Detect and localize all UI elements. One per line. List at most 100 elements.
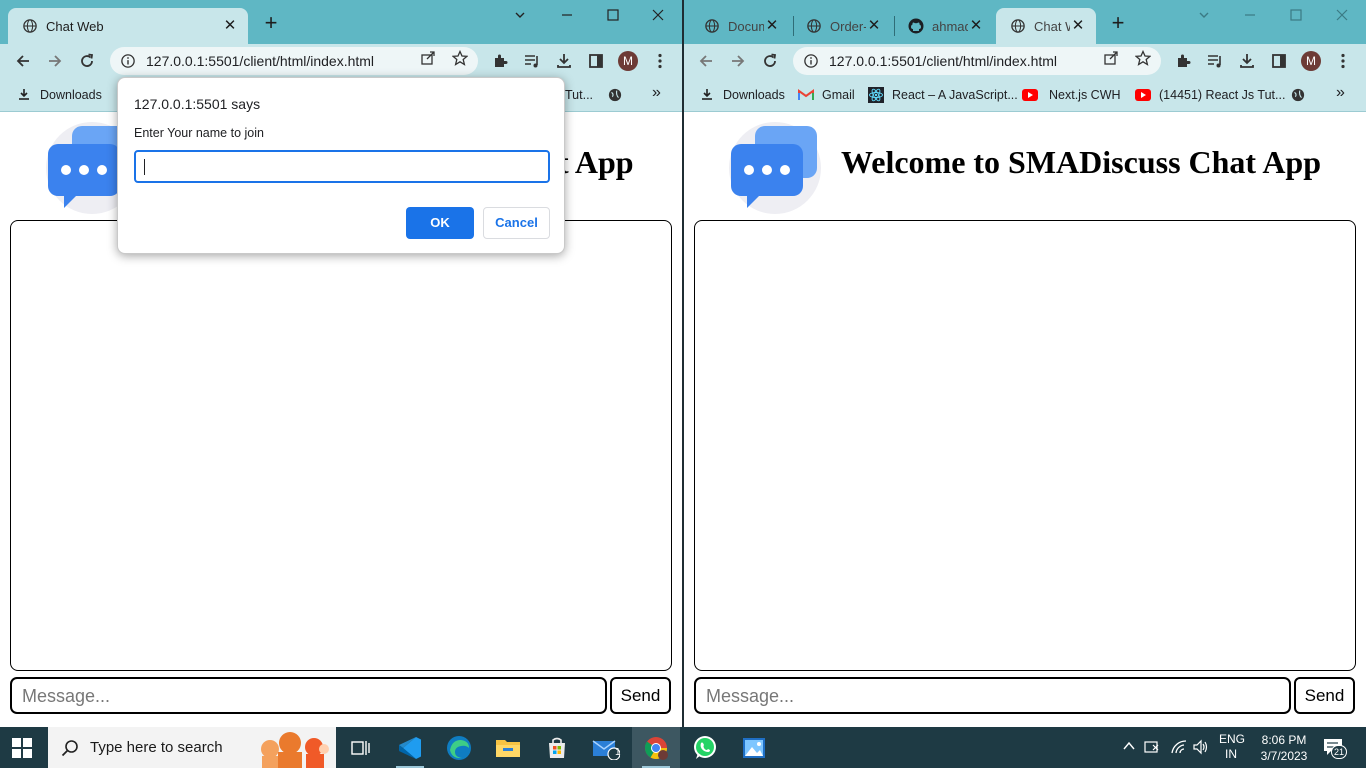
back-arrow-icon[interactable] [13,51,33,71]
close-tab-icon[interactable]: ✕ [968,18,984,34]
mail-icon[interactable]: 1 [582,727,630,768]
message-input[interactable]: Message... [694,677,1291,714]
close-tab-icon[interactable]: ✕ [866,18,882,34]
share-icon[interactable] [420,50,436,66]
bookmark-label: Next.js CWH [1049,88,1121,102]
tab-title: Chat W [1034,18,1070,34]
tab-docum[interactable]: Docum ✕ [690,8,790,44]
show-hidden-icons-icon[interactable] [1122,739,1136,756]
mail-badge: 1 [615,747,621,758]
reload-icon[interactable] [760,51,780,71]
tab-search-icon[interactable] [1194,6,1214,26]
tab-title: Docum [728,18,764,34]
profile-avatar[interactable]: M [618,51,638,71]
browser-window-left: Chat Web ✕ + 127.0.0.1:5501/client/html/… [0,0,682,727]
download-icon[interactable] [554,51,574,71]
windows-start-icon[interactable] [12,738,32,758]
bookmark-gmail[interactable]: Gmail [798,86,855,104]
message-input[interactable]: Message... [10,677,607,714]
bookmark-react-tut[interactable]: (14451) React Js Tut... [1135,86,1285,104]
tab-chat-web[interactable]: Chat W ✕ [996,8,1096,44]
input-indicator-icon[interactable] [1144,739,1162,758]
media-queue-icon[interactable] [1205,51,1225,71]
close-tab-icon[interactable]: ✕ [222,18,238,34]
maximize-icon[interactable] [603,6,623,26]
vscode-icon[interactable] [386,727,434,768]
task-view-icon[interactable] [336,727,384,768]
youtube-icon [1022,87,1038,103]
forward-arrow-icon[interactable] [45,51,65,71]
tab-ahmad-github[interactable]: ahmad ✕ [894,8,994,44]
messages-container [10,220,672,671]
close-tab-icon[interactable]: ✕ [1070,18,1086,34]
send-button[interactable]: Send [1294,677,1355,714]
close-window-icon[interactable] [1332,6,1352,26]
info-icon[interactable] [803,53,819,69]
close-tab-icon[interactable]: ✕ [764,18,780,34]
download-icon[interactable] [1237,51,1257,71]
side-panel-icon[interactable] [1269,51,1289,71]
bookmark-star-icon[interactable] [452,50,468,66]
media-queue-icon[interactable] [522,51,542,71]
bookmark-label: Downloads [40,88,102,102]
bookmark-downloads[interactable]: Downloads [16,86,102,104]
close-window-icon[interactable] [648,6,668,26]
file-explorer-icon[interactable] [484,727,532,768]
side-panel-icon[interactable] [586,51,606,71]
menu-kebab-icon[interactable] [650,51,670,71]
back-arrow-icon[interactable] [696,51,716,71]
clock[interactable]: 8:06 PM 3/7/2023 [1252,732,1316,764]
send-button[interactable]: Send [610,677,671,714]
github-icon [908,18,924,34]
more-bookmarks-icon[interactable]: » [652,84,661,102]
globe-icon [1290,87,1306,103]
language-indicator[interactable]: ENG IN [1219,732,1246,762]
bookmark-react-tut[interactable]: Tut... [565,86,593,104]
browser-toolbar: 127.0.0.1:5501/client/html/index.html M [684,44,1366,78]
bookmark-downloads[interactable]: Downloads [699,86,785,104]
bookmark-react[interactable]: React – A JavaScript... [868,86,1018,104]
bookmark-star-icon[interactable] [1135,50,1151,66]
bookmark-label: Downloads [723,88,785,102]
share-icon[interactable] [1103,50,1119,66]
new-tab-button[interactable]: + [1108,12,1128,34]
wifi-icon[interactable] [1170,739,1188,758]
tab-search-icon[interactable] [510,6,530,26]
volume-icon[interactable] [1192,739,1210,758]
extensions-icon[interactable] [490,51,510,71]
microsoft-store-icon[interactable] [533,727,581,768]
reload-icon[interactable] [77,51,97,71]
menu-kebab-icon[interactable] [1333,51,1353,71]
language-code: ENG [1219,732,1246,746]
more-bookmarks-icon[interactable]: » [1336,84,1345,102]
minimize-icon[interactable] [1240,6,1260,26]
extensions-icon[interactable] [1173,51,1193,71]
profile-avatar[interactable]: M [1301,51,1321,71]
whatsapp-icon[interactable] [681,727,729,768]
new-tab-button[interactable]: + [261,12,281,34]
chrome-icon[interactable] [632,727,680,768]
edge-icon[interactable] [435,727,483,768]
photos-icon[interactable] [730,727,778,768]
tab-chat-web[interactable]: Chat Web ✕ [8,8,248,44]
tab-order[interactable]: Order- ✕ [792,8,892,44]
dialog-message: Enter Your name to join [134,126,264,140]
notification-center-icon[interactable]: 21 [1323,737,1347,759]
bookmark-globe[interactable] [1290,86,1314,104]
forward-arrow-icon[interactable] [728,51,748,71]
minimize-icon[interactable] [557,6,577,26]
bookmark-globe[interactable] [607,86,631,104]
browser-toolbar: 127.0.0.1:5501/client/html/index.html M [0,44,682,78]
browser-window-right: Docum ✕ Order- ✕ ahmad ✕ Chat ✕ + 127.0.… [684,0,1366,727]
info-icon[interactable] [120,53,136,69]
name-input[interactable] [134,150,550,183]
ok-button[interactable]: OK [406,207,474,239]
tab-title: Order- [830,18,866,34]
cancel-button[interactable]: Cancel [483,207,550,239]
maximize-icon[interactable] [1286,6,1306,26]
url-host: 127.0.0.1 [829,53,888,69]
globe-icon [22,18,38,34]
taskbar-search-box[interactable]: Type here to search [48,727,336,768]
bookmark-nextjs-cwh[interactable]: Next.js CWH [1022,86,1121,104]
tab-title: Chat Web [46,18,104,34]
